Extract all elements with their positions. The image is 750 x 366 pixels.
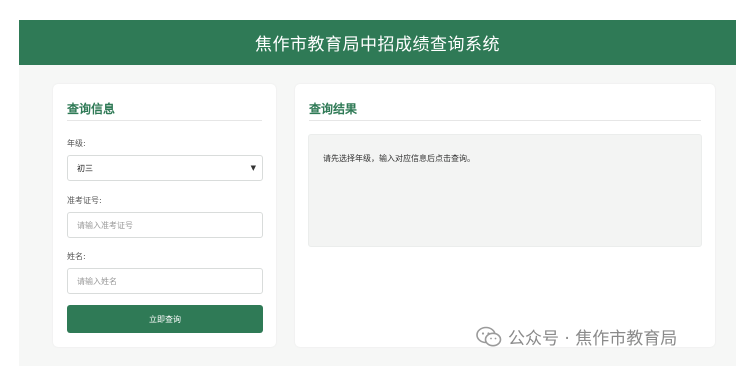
result-box: 请先选择年级，输入对应信息后点击查询。 [308, 134, 702, 247]
wechat-icon [476, 326, 502, 348]
watermark-text: 公众号 · 焦作市教育局 [508, 329, 678, 349]
query-panel-title: 查询信息 [67, 102, 116, 116]
result-panel-title: 查询结果 [309, 102, 358, 116]
result-panel: 查询结果 请先选择年级，输入对应信息后点击查询。 [295, 84, 715, 347]
query-panel-divider [67, 120, 262, 121]
name-placeholder: 请输入姓名 [77, 276, 117, 286]
page-title: 焦作市教育局中招成绩查询系统 [255, 35, 500, 55]
watermark: 公众号 · 焦作市教育局 [476, 324, 677, 349]
exam-id-placeholder: 请输入准考证号 [77, 220, 133, 230]
result-panel-divider [309, 120, 701, 121]
query-panel: 查询信息 年级: 初三 ▼ 准考证号: 请输入准考证号 姓名: 请输入姓名 立即… [53, 84, 276, 347]
result-message: 请先选择年级，输入对应信息后点击查询。 [323, 154, 475, 163]
grade-label: 年级: [67, 139, 86, 148]
submit-query-button[interactable]: 立即查询 [67, 305, 263, 333]
grade-select-value: 初三 [77, 163, 93, 173]
chevron-down-icon: ▼ [250, 164, 256, 172]
submit-query-label: 立即查询 [149, 314, 181, 324]
exam-id-label: 准考证号: [67, 196, 102, 205]
grade-select[interactable]: 初三 ▼ [67, 155, 263, 181]
name-label: 姓名: [67, 252, 86, 261]
exam-id-input[interactable]: 请输入准考证号 [67, 212, 263, 238]
app-header: 焦作市教育局中招成绩查询系统 [19, 20, 736, 65]
name-input[interactable]: 请输入姓名 [67, 268, 263, 294]
